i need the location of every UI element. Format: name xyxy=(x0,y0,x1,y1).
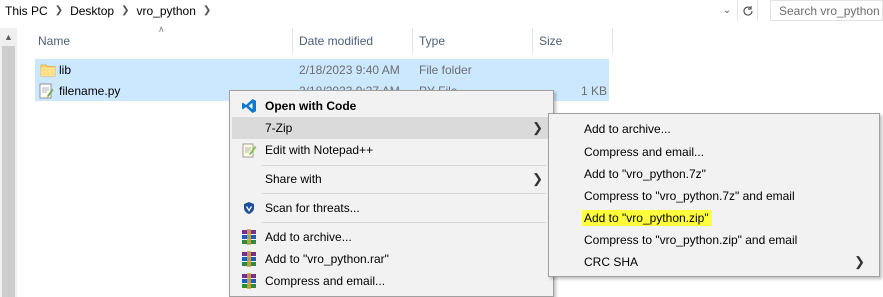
menu-item-winrar-compress-email[interactable]: Compress and email... xyxy=(232,270,551,292)
file-name: lib xyxy=(59,62,72,77)
chevron-right-icon[interactable]: ❯ xyxy=(203,5,211,16)
vertical-scrollbar[interactable]: ▲ xyxy=(0,28,17,297)
vscode-icon xyxy=(241,98,257,114)
submenu-item-compress-zip-email[interactable]: Compress to "vro_python.zip" and email xyxy=(551,229,877,251)
column-header-size-label: Size xyxy=(539,34,563,48)
submenu-item-crc-sha[interactable]: CRC SHA ❯ xyxy=(551,251,877,273)
menu-item-label: Compress and email... xyxy=(265,274,386,288)
address-bar[interactable]: This PC ❯ Desktop ❯ vro_python ❯ xyxy=(0,0,762,21)
context-menu: Open with Code 7-Zip ❯ Edit with Notepad… xyxy=(229,90,554,297)
breadcrumb-this-pc[interactable]: This PC xyxy=(0,4,48,18)
search-placeholder: Search vro_python xyxy=(779,3,880,18)
winrar-icon xyxy=(241,273,257,289)
winrar-icon xyxy=(241,229,257,245)
column-divider[interactable] xyxy=(532,28,533,54)
submenu-item-label: Compress to "vro_python.zip" and email xyxy=(584,233,798,247)
submenu-item-label: Compress to "vro_python.7z" and email xyxy=(584,189,795,203)
menu-item-open-with-code[interactable]: Open with Code xyxy=(232,95,551,117)
column-header-date[interactable]: Date modified xyxy=(299,28,373,54)
menu-item-label: Open with Code xyxy=(265,99,357,113)
scroll-up-icon[interactable]: ▲ xyxy=(0,28,17,45)
menu-separator xyxy=(262,193,546,194)
file-row-lib[interactable]: lib 2/18/2023 9:40 AM File folder xyxy=(35,59,609,80)
file-size: 1 KB xyxy=(581,83,608,98)
submenu-item-compress-7z-email[interactable]: Compress to "vro_python.7z" and email xyxy=(551,185,877,207)
refresh-icon xyxy=(742,5,753,16)
file-type: File folder xyxy=(419,62,472,77)
submenu-item-label: Compress and email... xyxy=(584,145,705,159)
menu-item-label: Add to archive... xyxy=(265,230,352,244)
notepadpp-icon xyxy=(241,142,257,158)
column-divider[interactable] xyxy=(412,28,413,54)
refresh-button[interactable] xyxy=(737,0,758,21)
submenu-item-label: Add to "vro_python.7z" xyxy=(584,167,706,181)
menu-separator xyxy=(262,165,546,166)
submenu-item-label: CRC SHA xyxy=(584,255,639,269)
menu-item-label: Scan for threats... xyxy=(265,201,360,215)
search-input[interactable]: Search vro_python xyxy=(770,0,883,21)
submenu-item-label-highlighted: Add to "vro_python.zip" xyxy=(582,210,712,226)
file-date: 2/18/2023 9:40 AM xyxy=(299,62,400,77)
submenu-item-add-zip[interactable]: Add to "vro_python.zip" xyxy=(551,207,877,229)
menu-item-label: Add to "vro_python.rar" xyxy=(265,252,389,266)
menu-item-edit-notepadpp[interactable]: Edit with Notepad++ xyxy=(232,139,551,161)
breadcrumb-vro-python[interactable]: vro_python xyxy=(137,4,196,18)
column-header-size[interactable]: Size xyxy=(539,28,562,54)
submenu-item-label: Add to archive... xyxy=(584,122,671,136)
submenu-arrow-icon: ❯ xyxy=(532,120,543,135)
menu-separator xyxy=(262,222,546,223)
column-divider[interactable] xyxy=(612,28,613,54)
menu-item-label: Edit with Notepad++ xyxy=(265,143,374,157)
shield-icon xyxy=(241,200,257,216)
address-dropdown-icon[interactable]: ⌄ xyxy=(719,0,735,21)
menu-item-scan-threats[interactable]: Scan for threats... xyxy=(232,197,551,219)
column-divider[interactable] xyxy=(292,28,293,54)
menu-item-share-with[interactable]: Share with ❯ xyxy=(232,168,551,190)
chevron-right-icon[interactable]: ❯ xyxy=(121,5,129,16)
submenu-item-add-7z[interactable]: Add to "vro_python.7z" xyxy=(551,163,877,185)
sort-ascending-icon: ∧ xyxy=(158,24,165,34)
scrollbar-thumb[interactable] xyxy=(2,46,15,297)
submenu-item-compress-email[interactable]: Compress and email... xyxy=(551,141,877,163)
breadcrumb-desktop[interactable]: Desktop xyxy=(70,4,114,18)
menu-item-7zip[interactable]: 7-Zip ❯ xyxy=(232,117,551,139)
file-name: filename.py xyxy=(59,83,121,98)
column-header-date-label: Date modified xyxy=(299,34,374,48)
menu-item-winrar-add-archive[interactable]: Add to archive... xyxy=(232,226,551,248)
submenu-arrow-icon: ❯ xyxy=(532,171,543,186)
submenu-item-add-archive[interactable]: Add to archive... xyxy=(551,118,877,140)
python-file-icon xyxy=(38,80,54,101)
folder-icon xyxy=(40,59,56,80)
column-header-type-label: Type xyxy=(419,34,446,48)
menu-item-winrar-add-rar[interactable]: Add to "vro_python.rar" xyxy=(232,248,551,270)
7zip-submenu: Add to archive... Compress and email... … xyxy=(548,113,880,277)
submenu-arrow-icon: ❯ xyxy=(854,254,865,269)
column-header-name-label: Name xyxy=(38,34,71,48)
winrar-icon xyxy=(241,251,257,267)
menu-item-label: Share with xyxy=(265,172,322,186)
menu-item-label: 7-Zip xyxy=(265,121,293,135)
column-header-type[interactable]: Type xyxy=(419,28,445,54)
chevron-right-icon[interactable]: ❯ xyxy=(55,5,63,16)
column-header-name[interactable]: Name xyxy=(38,28,70,54)
